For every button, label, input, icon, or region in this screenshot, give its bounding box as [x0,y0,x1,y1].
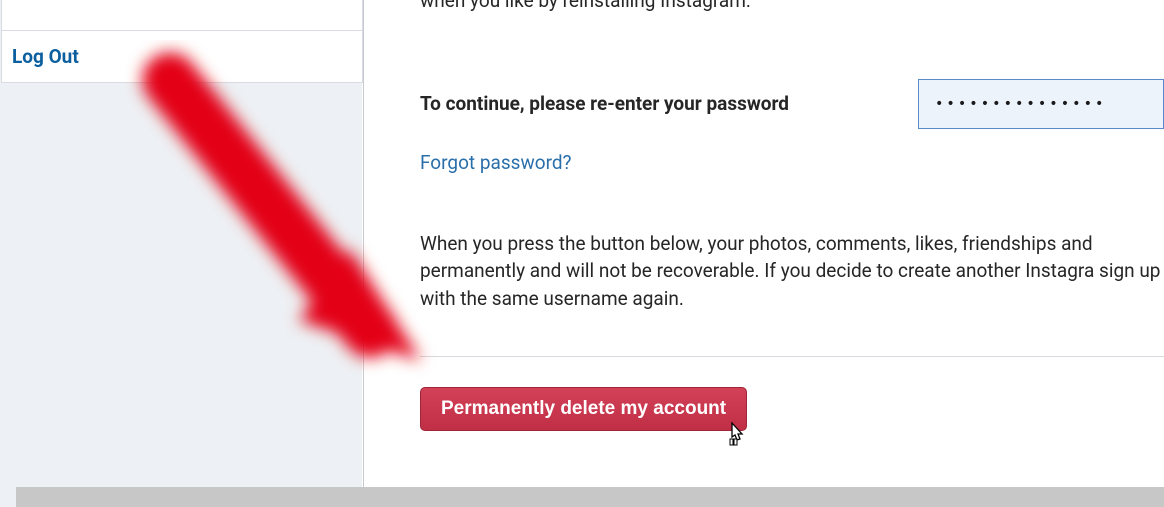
forgot-password-link[interactable]: Forgot password? [420,151,572,174]
section-divider [420,356,1164,357]
scrollbar-horizontal[interactable] [16,487,1164,507]
warning-paragraph: When you press the button below, your ph… [420,230,1164,313]
forgot-password-container: Forgot password? [420,151,1164,174]
intro-paragraph: when you like by reinstalling Instagram. [420,0,1164,15]
permanently-delete-button[interactable]: Permanently delete my account [420,387,747,431]
sidebar-item-logout[interactable]: Log Out [1,30,363,83]
password-label: To continue, please re-enter your passwo… [420,92,789,115]
logout-link[interactable]: Log Out [12,45,79,68]
sidebar: Log Out [0,0,362,507]
main-content: when you like by reinstalling Instagram.… [363,0,1164,507]
password-row: To continue, please re-enter your passwo… [420,79,1164,129]
sidebar-item-top [1,0,363,31]
password-input[interactable] [918,79,1164,129]
